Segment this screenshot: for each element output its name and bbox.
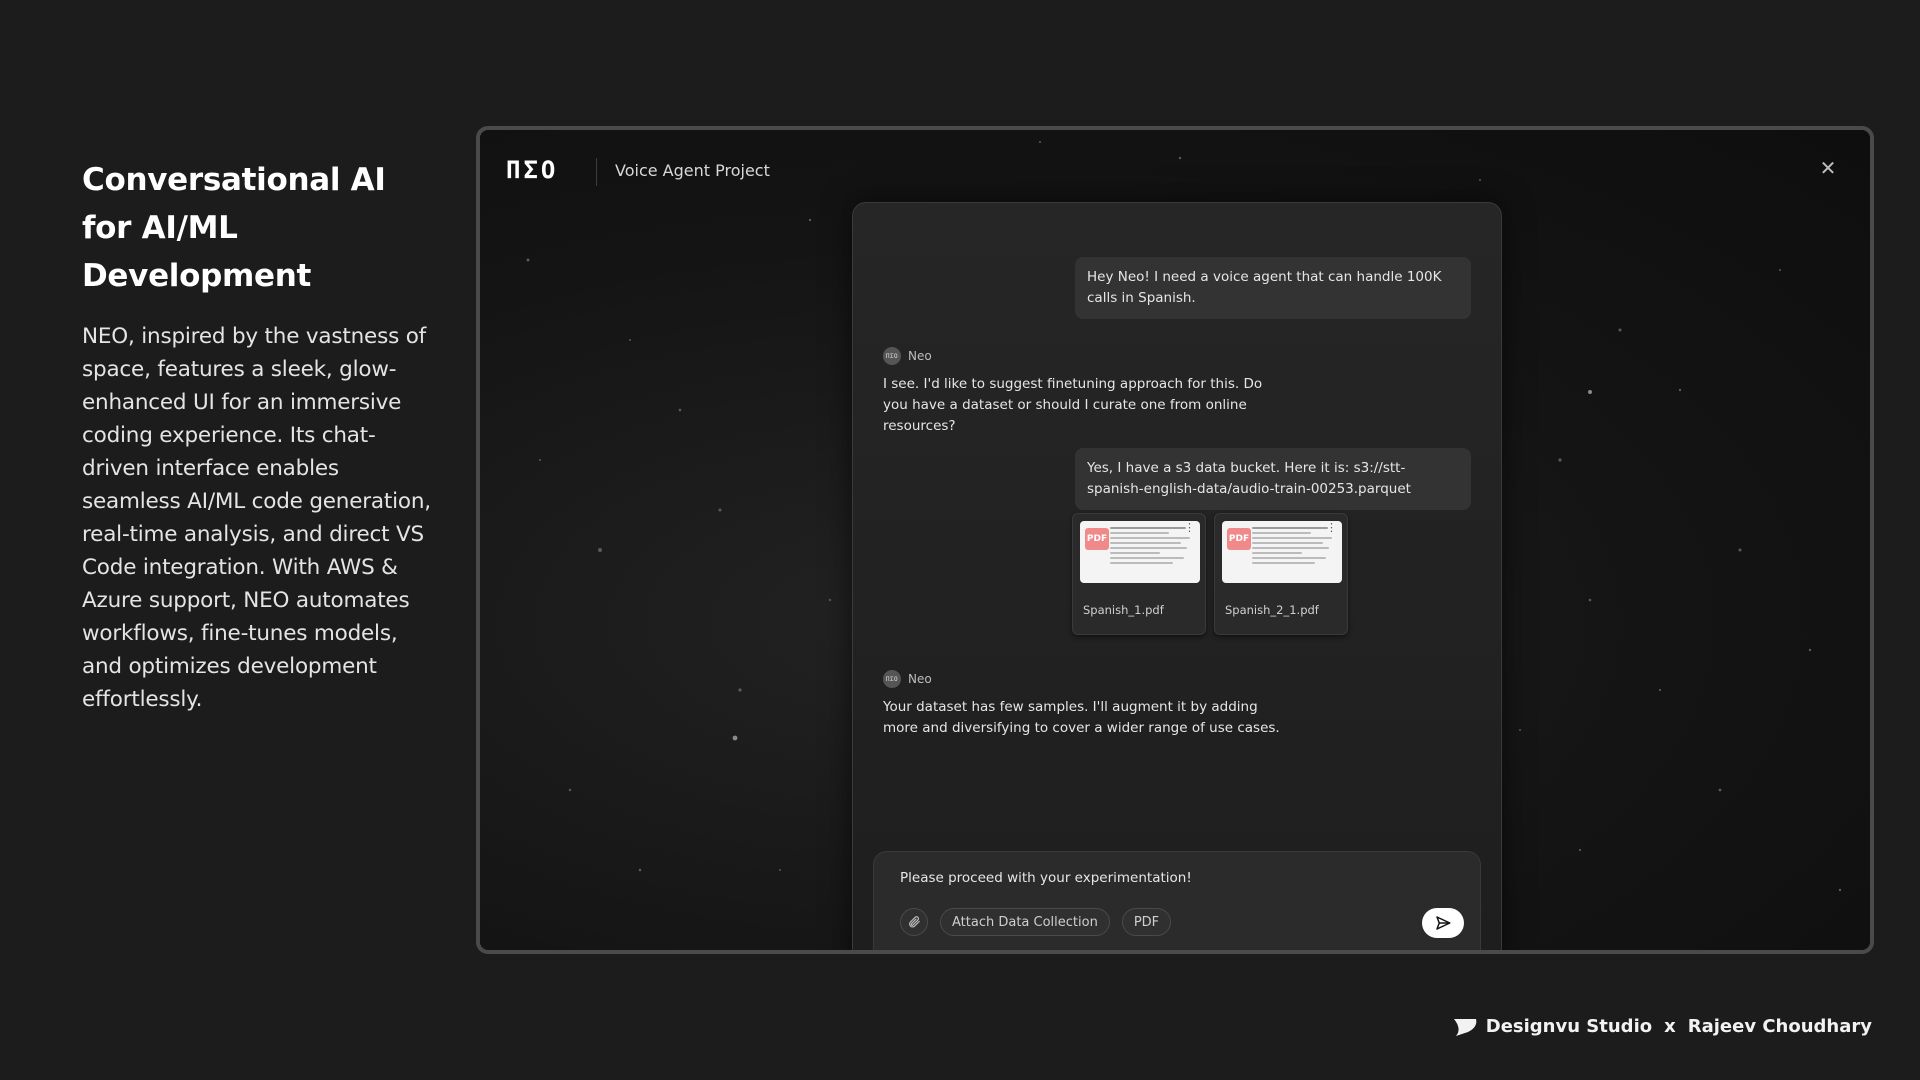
intro-heading: Conversational AI for AI/ML Development xyxy=(82,162,386,294)
intro-body: NEO, inspired by the vastness of space, … xyxy=(82,324,431,712)
neo-avatar: ΠΣΟ xyxy=(883,670,901,688)
agent-message: I see. I'd like to suggest finetuning ap… xyxy=(883,376,1263,434)
studio-name: Designvu Studio xyxy=(1485,1016,1653,1037)
paperclip-icon[interactable] xyxy=(900,908,928,936)
chat-panel: Hey Neo! I need a voice agent that can h… xyxy=(852,202,1502,950)
agent-name: Neo xyxy=(908,672,932,686)
neo-logo: ΠΣΟ xyxy=(506,156,559,184)
agent-name: Neo xyxy=(908,349,932,363)
header-divider xyxy=(596,158,597,186)
close-icon[interactable]: ✕ xyxy=(1818,158,1838,178)
agent-header: ΠΣΟ Neo xyxy=(883,670,932,688)
composer-toolbar: Attach Data Collection PDF xyxy=(900,908,1172,936)
user-message: Hey Neo! I need a voice agent that can h… xyxy=(1075,257,1471,319)
pdf-button[interactable]: PDF xyxy=(1121,908,1172,936)
thumbnail-text-lines xyxy=(1110,527,1194,567)
send-icon[interactable] xyxy=(1422,908,1464,938)
credit-line: Designvu Studio x Rajeev Choudhary xyxy=(1452,1016,1872,1037)
author-name: Rajeev Choudhary xyxy=(1687,1016,1872,1037)
agent-message: Your dataset has few samples. I'll augme… xyxy=(883,699,1280,736)
credit-separator: x xyxy=(1664,1016,1676,1037)
message-composer[interactable]: Please proceed with your experimentation… xyxy=(873,851,1481,950)
message-input[interactable]: Please proceed with your experimentation… xyxy=(900,870,1192,886)
thumbnail-text-lines xyxy=(1252,527,1336,567)
agent-header: ΠΣΟ Neo xyxy=(883,347,932,365)
attachment-filename: Spanish_2_1.pdf xyxy=(1225,603,1319,617)
app-header: ΠΣΟ Voice Agent Project ✕ xyxy=(480,130,1870,206)
project-title: Voice Agent Project xyxy=(615,161,770,180)
document-thumbnail: PDF ⋮ xyxy=(1222,521,1342,583)
user-message: Yes, I have a s3 data bucket. Here it is… xyxy=(1075,448,1471,510)
attachment-card[interactable]: PDF ⋮ Spanish_1.pdf xyxy=(1072,513,1206,635)
intro-panel: Conversational AI for AI/ML Development … xyxy=(82,156,432,716)
attachment-list: PDF ⋮ Spanish_1.pdf PDF ⋮ Spanish_2_1.pd… xyxy=(1072,513,1348,635)
pdf-icon: PDF xyxy=(1085,528,1109,550)
designvu-logo-icon xyxy=(1453,1018,1477,1036)
attachment-card[interactable]: PDF ⋮ Spanish_2_1.pdf xyxy=(1214,513,1348,635)
pdf-icon: PDF xyxy=(1227,528,1251,550)
more-options-icon[interactable]: ⋮ xyxy=(1326,522,1337,533)
attachment-filename: Spanish_1.pdf xyxy=(1083,603,1164,617)
document-thumbnail: PDF ⋮ xyxy=(1080,521,1200,583)
app-window: ΠΣΟ Voice Agent Project ✕ Hey Neo! I nee… xyxy=(476,126,1874,954)
more-options-icon[interactable]: ⋮ xyxy=(1184,522,1195,533)
neo-avatar: ΠΣΟ xyxy=(883,347,901,365)
attach-data-collection-button[interactable]: Attach Data Collection xyxy=(940,908,1110,936)
